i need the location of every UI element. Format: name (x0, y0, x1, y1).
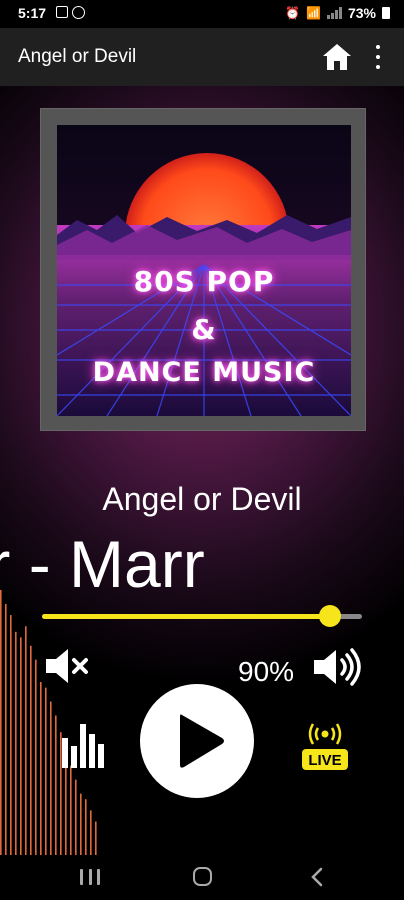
volume-percent: 90% (238, 656, 295, 687)
visualizer-bar (45, 687, 47, 855)
album-art-line1: 80S POP (133, 265, 275, 298)
album-art-line2: & (191, 313, 217, 346)
volume-slider[interactable] (42, 605, 362, 627)
album-art: 80S POP & DANCE MUSIC (57, 125, 351, 416)
home-icon[interactable] (322, 43, 352, 71)
notification-icons (56, 6, 85, 19)
album-art-frame: 80S POP & DANCE MUSIC (40, 108, 366, 431)
visualizer-bar (75, 779, 77, 855)
volume-mute-icon[interactable] (44, 646, 92, 686)
live-broadcast-icon[interactable]: LIVE (300, 722, 350, 772)
back-icon[interactable] (310, 867, 324, 887)
signal-icon (326, 7, 342, 19)
visualizer-bar (20, 637, 22, 855)
visualizer-bar (40, 682, 42, 855)
more-vert-icon[interactable] (372, 45, 384, 69)
visualizer-bar (15, 631, 17, 855)
app-bar: Angel or Devil (0, 28, 404, 86)
player-screen: 80S POP & DANCE MUSIC Angel or Devil che… (0, 86, 404, 855)
play-icon (180, 714, 224, 768)
volume-slider-thumb[interactable] (319, 605, 341, 627)
recents-icon[interactable] (80, 869, 100, 885)
check-notification-icon (72, 6, 85, 19)
visualizer-bar (5, 603, 7, 855)
app-title: Angel or Devil (18, 46, 137, 67)
visualizer-bar (95, 821, 97, 855)
alarm-icon: ⏰ (285, 6, 301, 20)
system-nav-bar (0, 855, 404, 900)
wifi-icon: 📶 (306, 6, 321, 20)
equalizer-icon[interactable] (60, 722, 104, 768)
visualizer-bar (55, 715, 57, 855)
gallery-notification-icon (56, 6, 68, 18)
visualizer-bar (25, 626, 27, 855)
status-time: 5:17 (18, 5, 47, 21)
status-right: ⏰ 📶 73% (285, 5, 390, 21)
song-title: Angel or Devil (102, 481, 302, 517)
play-button[interactable] (140, 684, 254, 798)
visualizer-bar (30, 645, 32, 855)
visualizer-bar (50, 701, 52, 855)
battery-icon (382, 7, 390, 19)
home-circle-icon[interactable] (193, 867, 212, 886)
visualizer-bar (70, 765, 72, 855)
visualizer-bar (35, 659, 37, 855)
visualizer-bar (90, 810, 92, 855)
battery-percent: 73% (347, 5, 376, 21)
status-bar: 5:17 ⏰ 📶 73% (0, 0, 404, 28)
visualizer-bar (80, 793, 82, 855)
volume-slider-fill (42, 614, 330, 619)
live-label: LIVE (308, 752, 341, 769)
visualizer-bar (85, 799, 87, 855)
visualizer-bar (10, 615, 12, 855)
visualizer-bar (0, 589, 2, 855)
album-art-line3: DANCE MUSIC (92, 357, 316, 388)
volume-up-icon[interactable] (312, 646, 364, 688)
